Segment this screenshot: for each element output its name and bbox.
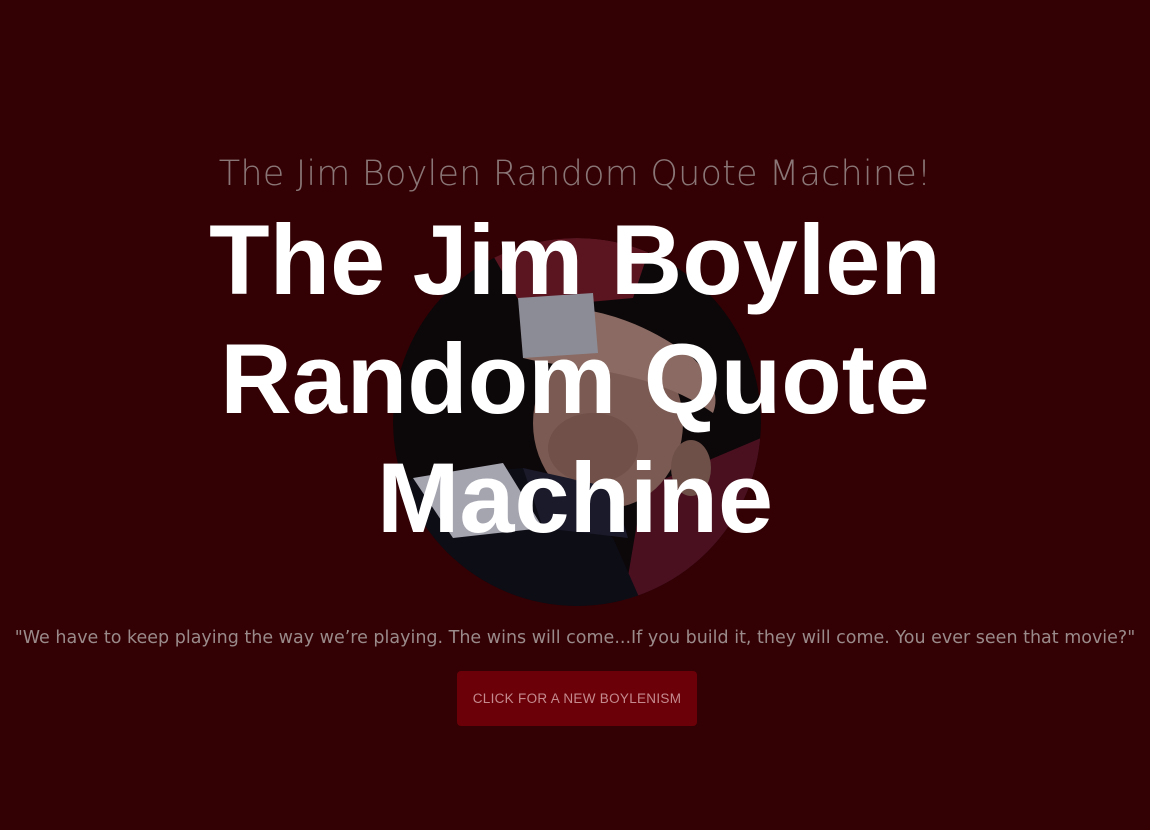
page-subtitle: The Jim Boylen Random Quote Machine! [218, 154, 932, 194]
page: The Jim Boylen Random Quote Machine! The… [0, 0, 1150, 830]
main-title: The Jim Boylen Random Quote Machine [0, 200, 1150, 557]
new-quote-button[interactable]: CLICK FOR A NEW BOYLENISM [457, 671, 697, 726]
quote-text: "We have to keep playing the way we’re p… [14, 628, 1136, 648]
main-title-line-3: Machine [376, 442, 774, 553]
main-title-line-2: Random Quote [220, 323, 930, 434]
main-title-line-1: The Jim Boylen [209, 204, 941, 315]
